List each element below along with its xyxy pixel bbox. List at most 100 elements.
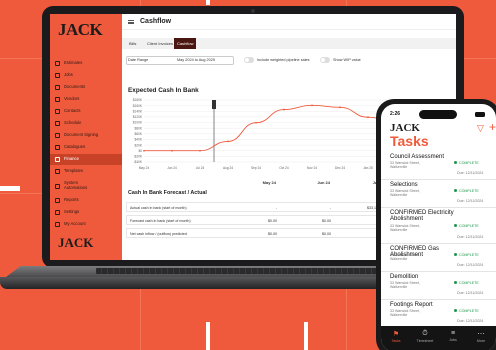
y-tick-label: $140K bbox=[133, 109, 143, 113]
task-address: 33 Warwick Street, Walkerville bbox=[390, 161, 421, 170]
task-address: 33 Warwick Street, Walkerville bbox=[390, 253, 421, 262]
bottom-nav: ⚑ Tasks ⏱ Timesheet ≡ Jobs ⋯ More bbox=[381, 326, 496, 350]
sidebar-item-templates[interactable]: Templates bbox=[50, 166, 122, 177]
nav-tasks[interactable]: ⚑ Tasks bbox=[382, 330, 410, 343]
book-icon bbox=[55, 145, 60, 150]
more-icon: ⋯ bbox=[477, 331, 485, 338]
sidebar-item-estimates[interactable]: Estimates bbox=[50, 58, 122, 69]
nav-label: Jobs bbox=[449, 338, 457, 342]
wip-toggle[interactable] bbox=[320, 57, 330, 63]
bg-stripe bbox=[206, 322, 210, 350]
bg-stripe bbox=[206, 0, 210, 5]
phone-screen: 2:26 JACK ▽ + Tasks Council Assessment 3… bbox=[381, 104, 496, 350]
tab-cashflow[interactable]: Cashflow bbox=[174, 38, 197, 49]
x-tick-label: Sep 24 bbox=[251, 166, 261, 170]
sidebar-item-contacts[interactable]: Contacts bbox=[50, 106, 122, 117]
chart-icon bbox=[55, 198, 60, 203]
task-item[interactable]: CONFIRMED Electricity Abolishment 33 War… bbox=[381, 208, 496, 244]
calculator-icon bbox=[55, 61, 60, 66]
date-range-value: May 2024 to Aug 2025 bbox=[177, 58, 215, 62]
gear-icon bbox=[55, 210, 60, 215]
status-badge: COMPLETE bbox=[454, 224, 479, 228]
task-address: 33 Warwick Street, Walkerville bbox=[390, 189, 421, 198]
user-icon bbox=[55, 222, 60, 227]
x-tick-label: Nov 24 bbox=[307, 166, 317, 170]
mobile-page-title: Tasks bbox=[390, 133, 429, 149]
x-tick-label: Aug 24 bbox=[223, 166, 233, 170]
data-point bbox=[255, 121, 257, 124]
sidebar-item-vendors[interactable]: Vendors bbox=[50, 94, 122, 105]
task-name: Demolition bbox=[390, 274, 419, 280]
task-item[interactable]: CONFIRMED Gas Abolishment 33 Warwick Str… bbox=[381, 244, 496, 272]
sidebar-item-system-automations[interactable]: System Automations bbox=[50, 179, 122, 193]
tab-bills[interactable]: Bills bbox=[126, 38, 139, 49]
people-icon bbox=[55, 109, 60, 114]
y-tick-label: $160K bbox=[133, 104, 143, 108]
sidebar-item-label: System Automations bbox=[64, 180, 88, 190]
filter-icon[interactable]: ▽ bbox=[477, 123, 484, 134]
task-item[interactable]: Demolition 33 Warwick Street, Walkervill… bbox=[381, 272, 496, 300]
sidebar-item-label: My Account bbox=[64, 221, 86, 227]
task-name: CONFIRMED Electricity Abolishment bbox=[390, 210, 454, 223]
today-marker-tag bbox=[212, 100, 216, 109]
task-item[interactable]: Footings Report 33 Warwick Street, Walke… bbox=[381, 300, 496, 328]
x-tick-label: Jul 24 bbox=[196, 166, 205, 170]
tab-client-invoices[interactable]: Client Invoices bbox=[144, 38, 176, 49]
y-tick-label: $80K bbox=[135, 126, 143, 130]
task-item[interactable]: Selections 33 Warwick Street, Walkervill… bbox=[381, 180, 496, 208]
signature-icon bbox=[55, 133, 60, 138]
task-item[interactable]: Council Assessment 33 Warwick Street, Wa… bbox=[381, 152, 496, 180]
table-cell: - bbox=[329, 206, 331, 210]
data-point bbox=[171, 149, 173, 152]
sidebar-item-jobs[interactable]: Jobs bbox=[50, 70, 122, 81]
y-tick-label: $0 bbox=[138, 149, 142, 153]
app-logo[interactable]: JACK bbox=[58, 20, 103, 40]
sidebar-item-label: Finance bbox=[64, 156, 79, 162]
battery-icon bbox=[475, 112, 485, 117]
y-tick-label: -$20K bbox=[133, 155, 142, 159]
sidebar-item-catalogues[interactable]: Catalogues bbox=[50, 142, 122, 153]
phone: 2:26 JACK ▽ + Tasks Council Assessment 3… bbox=[376, 99, 496, 350]
weighted-pipeline-toggle[interactable] bbox=[244, 57, 254, 63]
status-label: COMPLETE bbox=[459, 281, 479, 285]
chart-title: Expected Cash In Bank bbox=[128, 87, 199, 94]
status-label: COMPLETE bbox=[459, 224, 479, 228]
task-due: Due: 12/11/2024 bbox=[457, 291, 484, 295]
y-tick-label: $100K bbox=[133, 121, 143, 125]
row-label: Forecast cash in bank (start of month) bbox=[130, 219, 191, 223]
footer-logo: JACK bbox=[58, 235, 94, 250]
task-due: Due: 12/11/2024 bbox=[457, 235, 484, 239]
nav-timesheet[interactable]: ⏱ Timesheet bbox=[411, 330, 439, 343]
y-tick-label: $40K bbox=[135, 138, 143, 142]
dynamic-island bbox=[419, 110, 457, 119]
table-cell: $0.00 bbox=[268, 232, 277, 236]
y-tick-label: $120K bbox=[133, 115, 143, 119]
data-point bbox=[311, 104, 313, 107]
menu-icon[interactable] bbox=[128, 20, 134, 24]
column-header: Jun 24 bbox=[317, 180, 330, 185]
sidebar-item-finance[interactable]: Finance bbox=[50, 154, 122, 165]
y-tick-label: -$40K bbox=[133, 160, 142, 164]
sidebar-item-document-signing[interactable]: Document Signing bbox=[50, 130, 122, 141]
status-dot-icon bbox=[454, 253, 457, 256]
sidebar-item-schedule[interactable]: Schedule bbox=[50, 118, 122, 129]
status-dot-icon bbox=[454, 189, 457, 192]
sidebar-item-documents[interactable]: Documents bbox=[50, 82, 122, 93]
sidebar-item-reports[interactable]: Reports bbox=[50, 195, 122, 206]
sidebar-item-my-account[interactable]: My Account bbox=[50, 219, 122, 230]
nav-label: Tasks bbox=[391, 339, 401, 343]
task-name: Council Assessment bbox=[390, 154, 445, 160]
nav-more[interactable]: ⋯ More bbox=[467, 330, 495, 343]
nav-jobs[interactable]: ≡ Jobs bbox=[439, 330, 467, 342]
status-badge: COMPLETE bbox=[454, 281, 479, 285]
status-label: COMPLETE bbox=[459, 309, 479, 313]
status-label: COMPLETE bbox=[459, 253, 479, 257]
sidebar-item-label: Settings bbox=[64, 209, 80, 215]
x-tick-label: Dec 24 bbox=[335, 166, 345, 170]
sidebar-item-label: Document Signing bbox=[64, 132, 99, 138]
sidebar-item-settings[interactable]: Settings bbox=[50, 207, 122, 218]
add-task-icon[interactable]: + bbox=[489, 120, 496, 134]
nav-label: More bbox=[476, 339, 486, 343]
y-tick-label: $180K bbox=[133, 98, 143, 102]
task-due: Due: 12/11/2024 bbox=[457, 319, 484, 323]
